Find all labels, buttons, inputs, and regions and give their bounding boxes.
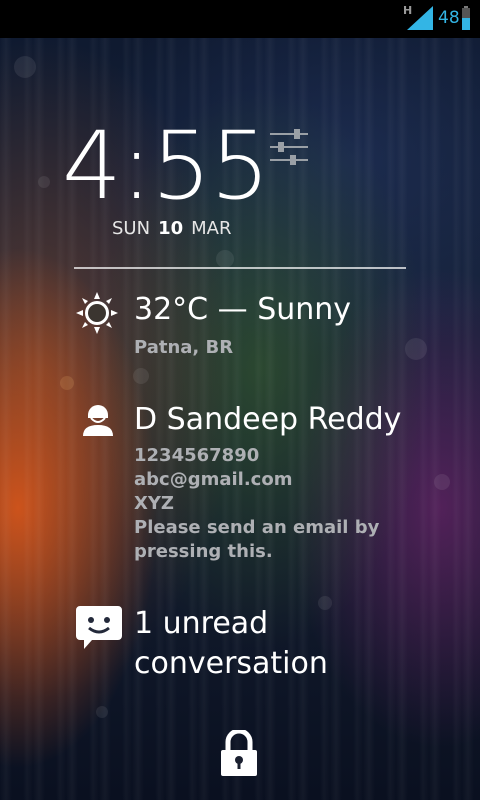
battery-percentage: 48 [438, 8, 460, 28]
chat-bubble-icon [76, 606, 122, 649]
status-bar: H 48 [0, 0, 480, 38]
contact-company: XYZ [134, 493, 174, 514]
messages-line1: 1 unread [134, 606, 269, 641]
clock-time: 4:55 [62, 112, 270, 221]
bokeh-light [216, 250, 234, 268]
contact-phone: 1234567890 [134, 445, 260, 466]
date-day: 10 [158, 218, 184, 239]
date-weekday: SUN [112, 218, 151, 239]
divider [74, 267, 406, 269]
battery-icon [462, 6, 470, 30]
messages-line2: conversation [134, 646, 328, 681]
contact-name: D Sandeep Reddy [134, 402, 402, 437]
sliders-settings-icon[interactable] [268, 128, 310, 168]
bokeh-light [318, 596, 332, 610]
bokeh-light [133, 368, 149, 384]
bokeh-light [96, 706, 108, 718]
bokeh-light [60, 376, 74, 390]
bokeh-light [405, 338, 427, 360]
weather-location: Patna, BR [134, 337, 234, 358]
sun-icon [76, 292, 118, 334]
date-month: MAR [191, 218, 232, 239]
contact-email: abc@gmail.com [134, 469, 293, 490]
contact-note-line1: Please send an email by [134, 517, 380, 538]
padlock-icon[interactable] [219, 730, 259, 776]
date-display: SUN 10 MAR [112, 218, 240, 239]
bokeh-light [434, 474, 450, 490]
contact-note-line2: pressing this. [134, 541, 273, 562]
signal-strength-icon [407, 6, 433, 30]
bokeh-light [14, 56, 36, 78]
person-icon [83, 405, 113, 436]
weather-summary: 32°C — Sunny [134, 292, 352, 327]
bokeh-light [38, 176, 50, 188]
